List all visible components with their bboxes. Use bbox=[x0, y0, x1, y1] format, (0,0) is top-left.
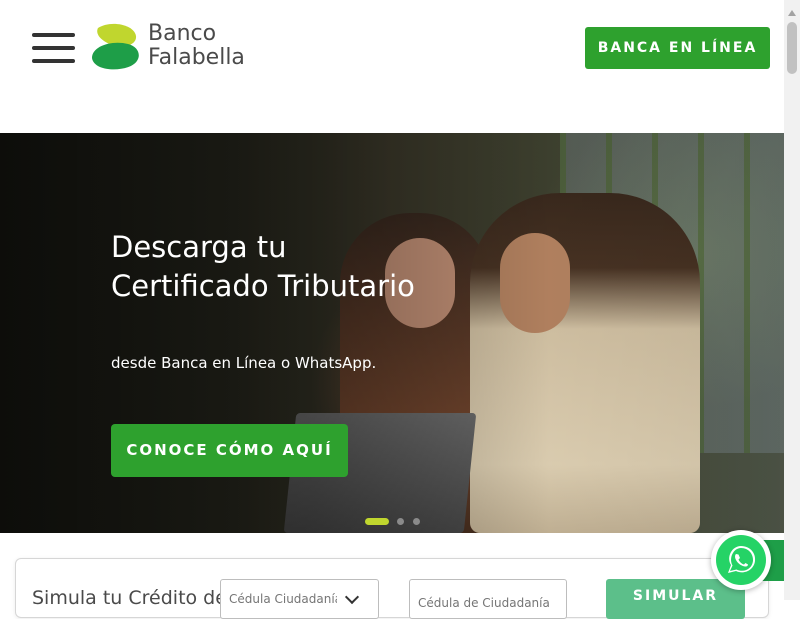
document-type-select[interactable]: Cédula Ciudadanía bbox=[220, 579, 379, 619]
logo-line-1: Banco bbox=[148, 21, 217, 46]
document-number-input[interactable] bbox=[409, 579, 567, 619]
chevron-down-icon bbox=[344, 589, 360, 605]
hero-title: Descarga tu Certificado Tributario bbox=[111, 230, 415, 303]
hero-subtitle: desde Banca en Línea o WhatsApp. bbox=[111, 354, 377, 372]
hero-banner: Descarga tu Certificado Tributario desde… bbox=[0, 133, 784, 533]
banco-falabella-logo[interactable]: Banco Falabella bbox=[90, 22, 260, 76]
hamburger-line bbox=[32, 46, 75, 50]
carousel-dot-2[interactable] bbox=[397, 518, 404, 525]
hamburger-line bbox=[32, 59, 75, 63]
hamburger-line bbox=[32, 33, 75, 37]
document-type-value: Cédula Ciudadanía bbox=[229, 592, 337, 606]
site-header: Banco Falabella BANCA EN LÍNEA bbox=[0, 0, 784, 133]
page-scrollbar[interactable] bbox=[784, 0, 800, 600]
whatsapp-icon[interactable] bbox=[711, 530, 771, 590]
scroll-thumb[interactable] bbox=[787, 22, 797, 74]
conoce-como-button[interactable]: CONOCE CÓMO AQUÍ bbox=[111, 424, 348, 477]
logo-wordmark: Banco Falabella bbox=[148, 22, 245, 70]
whatsapp-glyph-icon bbox=[716, 535, 766, 585]
simulator-title: Simula tu Crédito de Consumo bbox=[32, 587, 224, 609]
logo-line-2: Falabella bbox=[148, 45, 245, 70]
logo-mark-icon bbox=[92, 23, 139, 70]
banca-en-linea-button[interactable]: BANCA EN LÍNEA bbox=[585, 27, 770, 69]
carousel-dot-3[interactable] bbox=[413, 518, 420, 525]
credit-simulator-panel: Simula tu Crédito de Consumo Cédula Ciud… bbox=[15, 558, 769, 619]
scroll-up-arrow-icon[interactable] bbox=[788, 10, 796, 16]
hamburger-icon[interactable] bbox=[32, 32, 75, 64]
carousel-dot-1[interactable] bbox=[365, 518, 389, 525]
